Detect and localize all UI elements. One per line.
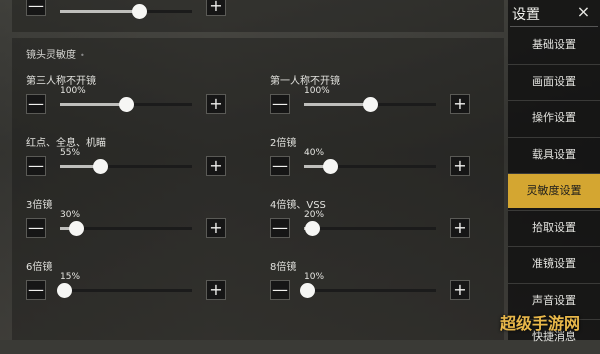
sensitivity-setting: 6倍镜 — 15% + bbox=[26, 258, 226, 308]
slider-track[interactable] bbox=[299, 283, 436, 298]
slider-knob[interactable] bbox=[363, 97, 378, 112]
sensitivity-setting: 第三人称不开镜 — 100% + bbox=[26, 72, 226, 122]
increase-button[interactable]: + bbox=[450, 156, 470, 176]
setting-label: 2倍镜 bbox=[270, 138, 297, 149]
slider-track[interactable] bbox=[60, 159, 192, 174]
slider-track[interactable] bbox=[56, 283, 192, 298]
slider-fill bbox=[304, 103, 370, 106]
top-decrease-button[interactable]: — bbox=[26, 0, 46, 16]
setting-percent: 15% bbox=[60, 272, 81, 282]
decrease-button[interactable]: — bbox=[270, 94, 290, 114]
slider-knob[interactable] bbox=[68, 221, 84, 236]
slider-knob[interactable] bbox=[323, 159, 339, 174]
setting-label: 第一人称不开镜 bbox=[270, 76, 340, 87]
slider-track[interactable] bbox=[304, 159, 436, 174]
top-slider-track[interactable] bbox=[60, 4, 192, 19]
section-title: 镜头灵敏度 • bbox=[26, 46, 85, 61]
sidebar-separator bbox=[508, 246, 600, 247]
slider-knob[interactable] bbox=[56, 283, 72, 298]
increase-button[interactable]: + bbox=[206, 280, 226, 300]
sidebar-separator bbox=[508, 282, 600, 284]
sidebar-separator bbox=[508, 63, 600, 65]
increase-button[interactable]: + bbox=[206, 156, 226, 176]
increase-button[interactable]: + bbox=[450, 280, 470, 300]
setting-percent: 10% bbox=[304, 272, 325, 282]
sensitivity-setting: 第一人称不开镜 — 100% + bbox=[270, 72, 470, 122]
slider-track[interactable] bbox=[60, 221, 192, 236]
sidebar-title: 设置 bbox=[512, 7, 540, 23]
sidebar-item[interactable]: 画面设置 bbox=[508, 65, 600, 99]
sensitivity-setting: 4倍镜、VSS — 20% + bbox=[270, 196, 470, 246]
sidebar-item[interactable]: 基础设置 bbox=[508, 28, 600, 62]
sidebar-item[interactable]: 拾取设置 bbox=[508, 211, 600, 245]
setting-percent: 20% bbox=[304, 210, 325, 220]
slider-knob[interactable] bbox=[299, 283, 315, 298]
section-title-text: 镜头灵敏度 bbox=[26, 50, 76, 61]
decrease-button[interactable]: — bbox=[26, 280, 46, 300]
sidebar-separator bbox=[508, 136, 600, 138]
setting-label: 红点、全息、机瞄 bbox=[26, 138, 106, 149]
slider-track[interactable] bbox=[304, 97, 436, 112]
sidebar-separator bbox=[508, 173, 600, 174]
decrease-button[interactable]: — bbox=[270, 156, 290, 176]
close-icon[interactable]: × bbox=[567, 2, 600, 24]
increase-button[interactable]: + bbox=[450, 218, 470, 238]
slider-knob[interactable] bbox=[304, 221, 320, 236]
increase-button[interactable]: + bbox=[450, 94, 470, 114]
sensitivity-setting: 红点、全息、机瞄 — 55% + bbox=[26, 134, 226, 184]
slider-fill bbox=[60, 103, 126, 106]
sidebar-separator bbox=[508, 100, 600, 101]
sidebar-divider bbox=[510, 26, 598, 27]
section-title-dot: • bbox=[80, 51, 85, 60]
top-partial-row: — + bbox=[0, 0, 240, 20]
sidebar-separator bbox=[508, 209, 600, 211]
sensitivity-setting: 2倍镜 — 40% + bbox=[270, 134, 470, 184]
decrease-button[interactable]: — bbox=[26, 94, 46, 114]
increase-button[interactable]: + bbox=[206, 94, 226, 114]
watermark: 超级手游网 bbox=[500, 314, 581, 333]
sidebar-item[interactable]: 载具设置 bbox=[508, 138, 600, 172]
slider-knob[interactable] bbox=[119, 97, 134, 112]
setting-label: 6倍镜 bbox=[26, 262, 53, 273]
sensitivity-setting: 3倍镜 — 30% + bbox=[26, 196, 226, 246]
decrease-button[interactable]: — bbox=[26, 156, 46, 176]
setting-label: 3倍镜 bbox=[26, 200, 53, 211]
decrease-button[interactable]: — bbox=[26, 218, 46, 238]
decrease-button[interactable]: — bbox=[270, 218, 290, 238]
setting-label: 第三人称不开镜 bbox=[26, 76, 96, 87]
setting-percent: 100% bbox=[60, 86, 86, 96]
increase-button[interactable]: + bbox=[206, 218, 226, 238]
slider-track[interactable] bbox=[304, 221, 436, 236]
slider-track[interactable] bbox=[60, 97, 192, 112]
decrease-button[interactable]: — bbox=[270, 280, 290, 300]
sensitivity-setting: 8倍镜 — 10% + bbox=[270, 258, 470, 308]
slider-knob[interactable] bbox=[92, 159, 108, 174]
setting-percent: 55% bbox=[60, 148, 81, 158]
setting-percent: 100% bbox=[304, 86, 330, 96]
setting-label: 8倍镜 bbox=[270, 262, 297, 273]
sidebar-item[interactable]: 灵敏度设置 bbox=[508, 174, 600, 208]
top-increase-button[interactable]: + bbox=[206, 0, 226, 16]
sidebar-item[interactable]: 操作设置 bbox=[508, 101, 600, 135]
top-slider-fill bbox=[60, 10, 140, 13]
sidebar-item[interactable]: 准镜设置 bbox=[508, 247, 600, 281]
top-slider-knob[interactable] bbox=[132, 4, 148, 19]
setting-label: 4倍镜、VSS bbox=[270, 200, 326, 211]
setting-percent: 30% bbox=[60, 210, 81, 220]
setting-percent: 40% bbox=[304, 148, 325, 158]
